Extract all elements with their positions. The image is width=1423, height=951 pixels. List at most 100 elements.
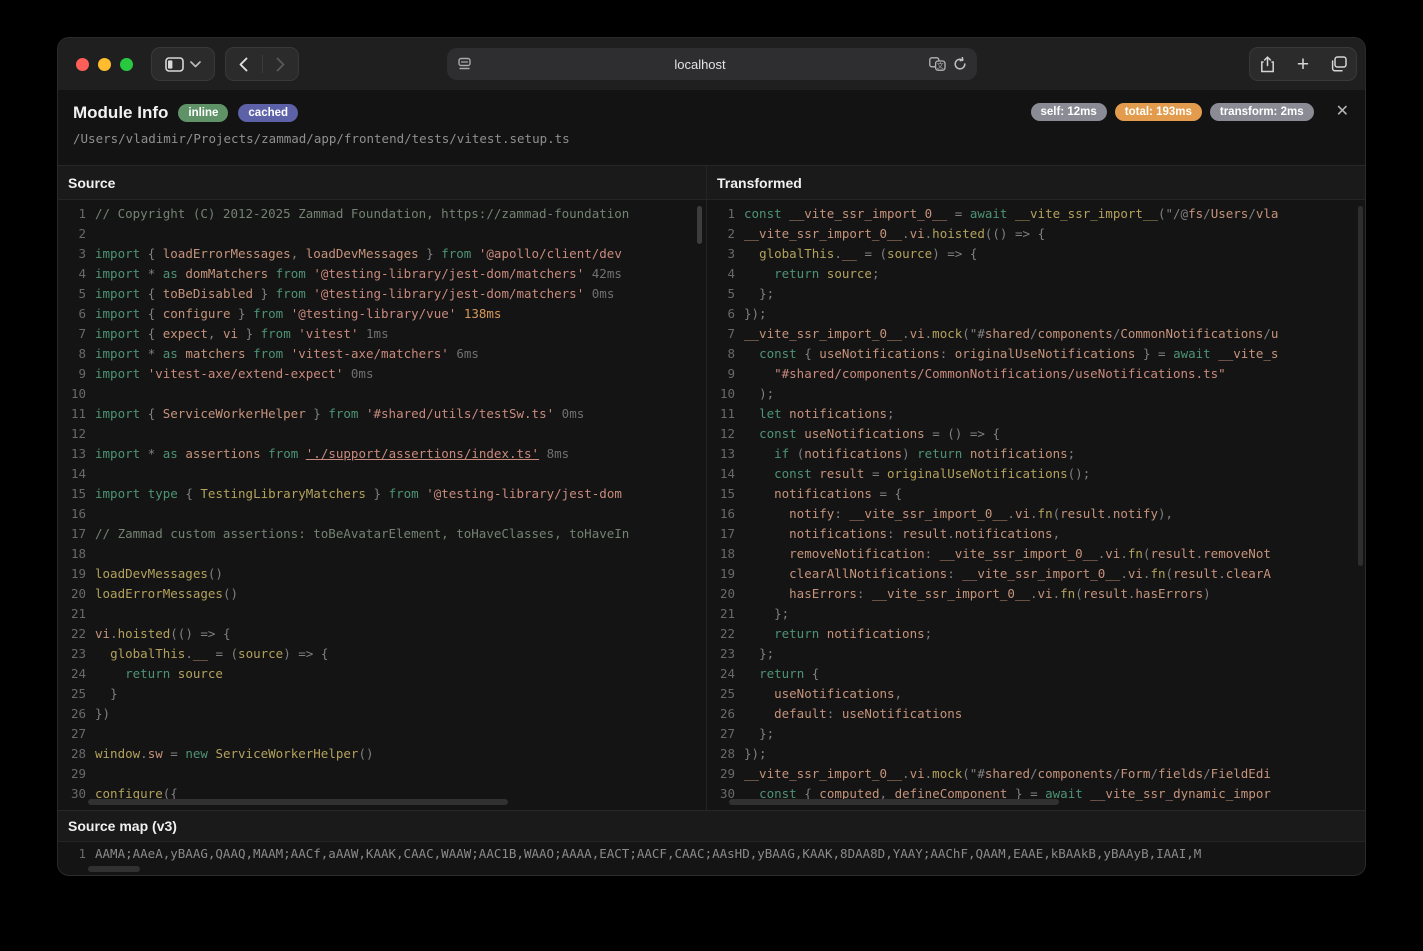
code-line: 22 vi.hoisted(() => { — [70, 626, 231, 641]
source-code: 1// Copyright (C) 2012-2025 Zammad Found… — [58, 200, 706, 804]
code-line: 14 const result = originalUseNotificatio… — [719, 466, 1091, 481]
sourcemap-line-number: 1 — [78, 846, 86, 861]
inline-badge: inline — [178, 104, 229, 122]
self-time-badge: self: 12ms — [1030, 103, 1107, 121]
code-line: 22 return notifications; — [719, 626, 933, 641]
translate-icon[interactable]: 文 — [928, 57, 946, 71]
code-line: 20 hasErrors: __vite_ssr_import_0__.vi.f… — [719, 586, 1211, 601]
code-line: 4 import * as domMatchers from '@testing-… — [78, 266, 622, 281]
code-line: 24 return { — [719, 666, 820, 681]
browser-window: localhost 文 + Module Info inline cached … — [58, 38, 1365, 875]
code-line: 4 return source; — [727, 266, 880, 281]
source-vertical-scrollbar[interactable] — [697, 206, 702, 244]
code-line: 14 — [70, 466, 86, 481]
back-icon — [239, 57, 248, 71]
sidebar-icon — [165, 56, 184, 72]
code-line: 7 __vite_ssr_import_0__.vi.mock("#shared/… — [727, 326, 1279, 341]
code-line: 23 }; — [719, 646, 775, 661]
code-line: 19 loadDevMessages() — [70, 566, 223, 581]
code-line: 12 — [70, 426, 86, 441]
share-button[interactable] — [1250, 48, 1285, 80]
browser-toolbar: localhost 文 + — [58, 38, 1365, 90]
sourcemap-line: 1 AAMA;AAeA,yBAAG,QAAQ,MAAM;AACf,aAAW,KA… — [58, 844, 1365, 864]
cached-badge: cached — [238, 104, 299, 122]
module-info-header: Module Info inline cached /Users/vladimi… — [58, 90, 1365, 166]
back-button[interactable] — [226, 48, 262, 80]
timing-badges: self: 12ms total: 193ms transform: 2ms ✕ — [1030, 103, 1349, 121]
code-line: 24 return source — [70, 666, 223, 681]
code-line: 28}); — [719, 746, 767, 761]
code-line: 27 — [70, 726, 86, 741]
code-line: 11 let notifications; — [719, 406, 895, 421]
code-line: 15 import type { TestingLibraryMatchers }… — [70, 486, 622, 501]
source-panel: Source 1// Copyright (C) 2012-2025 Zamma… — [58, 166, 707, 810]
sourcemap-title: Source map (v3) — [58, 811, 1365, 842]
close-module-info-button[interactable]: ✕ — [1336, 104, 1349, 120]
code-line: 7 import { expect, vi } from 'vitest' 1ms — [78, 326, 389, 341]
code-line: 29 __vite_ssr_import_0__.vi.mock("#shared… — [719, 766, 1271, 781]
sourcemap-mapping: AAMA;AAeA,yBAAG,QAAQ,MAAM;AACf,aAAW,KAAK… — [95, 846, 1202, 861]
code-line: 5 }; — [727, 286, 775, 301]
close-window-button[interactable] — [76, 57, 89, 71]
code-line: 2 — [78, 226, 86, 241]
code-line: 17// Zammad custom assertions: toBeAvata… — [70, 526, 630, 541]
transformed-horizontal-scrollbar[interactable] — [729, 799, 1059, 805]
forward-button[interactable] — [262, 48, 298, 80]
code-line: 21 }; — [719, 606, 790, 621]
new-tab-button[interactable]: + — [1285, 48, 1320, 80]
code-line: 15 notifications = { — [719, 486, 903, 501]
code-line: 10 — [70, 386, 86, 401]
code-line: 11 import { ServiceWorkerHelper } from '#… — [70, 406, 585, 421]
source-panel-title: Source — [58, 166, 706, 200]
forward-icon — [276, 57, 285, 71]
svg-text:文: 文 — [936, 61, 943, 70]
minimize-window-button[interactable] — [98, 57, 111, 71]
reload-icon[interactable] — [953, 57, 967, 71]
sidebar-toggle-button[interactable] — [151, 47, 215, 81]
code-line: 29 — [70, 766, 86, 781]
navigation-buttons — [225, 47, 299, 81]
code-line: 26}) — [70, 706, 111, 721]
code-line: 27 }; — [719, 726, 775, 741]
code-line: 18 — [70, 546, 86, 561]
code-line: 1 const __vite_ssr_import_0__ = await __v… — [727, 206, 1279, 221]
code-line: 10 ); — [719, 386, 775, 401]
transformed-panel: Transformed 1 const __vite_ssr_import_0__… — [707, 166, 1365, 810]
source-horizontal-scrollbar[interactable] — [88, 799, 508, 805]
code-line: 19 clearAllNotifications: __vite_ssr_imp… — [719, 566, 1271, 581]
share-icon — [1261, 55, 1275, 72]
code-line: 3 import { loadErrorMessages, loadDevMess… — [78, 246, 622, 261]
code-line: 18 removeNotification: __vite_ssr_import… — [719, 546, 1271, 561]
code-line: 1// Copyright (C) 2012-2025 Zammad Found… — [78, 206, 630, 221]
address-bar[interactable]: localhost 文 — [446, 48, 977, 80]
code-line: 6}); — [727, 306, 767, 321]
code-line: 12 const useNotifications = () => { — [719, 426, 1000, 441]
url-text: localhost — [674, 56, 726, 72]
code-line: 5 import { toBeDisabled } from '@testing-… — [78, 286, 615, 301]
traffic-lights — [76, 57, 133, 71]
chevron-down-icon — [190, 60, 201, 67]
code-line: 16 notify: __vite_ssr_import_0__.vi.fn(r… — [719, 506, 1174, 521]
tab-overview-button[interactable] — [1321, 48, 1356, 80]
zoom-window-button[interactable] — [120, 57, 133, 71]
code-line: 28 window.sw = new ServiceWorkerHelper() — [70, 746, 374, 761]
sourcemap-horizontal-scrollbar[interactable] — [88, 866, 140, 872]
transformed-panel-title: Transformed — [707, 166, 1365, 200]
code-line: 17 notifications: result.notifications, — [719, 526, 1061, 541]
total-time-badge: total: 193ms — [1114, 103, 1202, 121]
code-line: 3 globalThis.__ = (source) => { — [727, 246, 978, 261]
code-line: 21 — [70, 606, 86, 621]
module-path: /Users/vladimir/Projects/zammad/app/fron… — [73, 131, 570, 146]
code-line: 9 import 'vitest-axe/extend-expect' 0ms — [78, 366, 374, 381]
transformed-vertical-scrollbar[interactable] — [1358, 206, 1363, 566]
code-line: 20 loadErrorMessages() — [70, 586, 238, 601]
code-line: 13 if (notifications) return notificatio… — [719, 446, 1076, 461]
tabs-icon — [1331, 56, 1347, 72]
code-line: 2 __vite_ssr_import_0__.vi.hoisted(() => … — [727, 226, 1046, 241]
code-line: 8 import * as matchers from 'vitest-axe/m… — [78, 346, 479, 361]
code-line: 8 const { useNotifications: originalUseN… — [727, 346, 1279, 361]
code-line: 25 } — [70, 686, 118, 701]
plus-icon: + — [1296, 52, 1310, 76]
code-line: 25 useNotifications, — [719, 686, 903, 701]
sourcemap-section: Source map (v3) 1 AAMA;AAeA,yBAAG,QAAQ,M… — [58, 810, 1365, 874]
